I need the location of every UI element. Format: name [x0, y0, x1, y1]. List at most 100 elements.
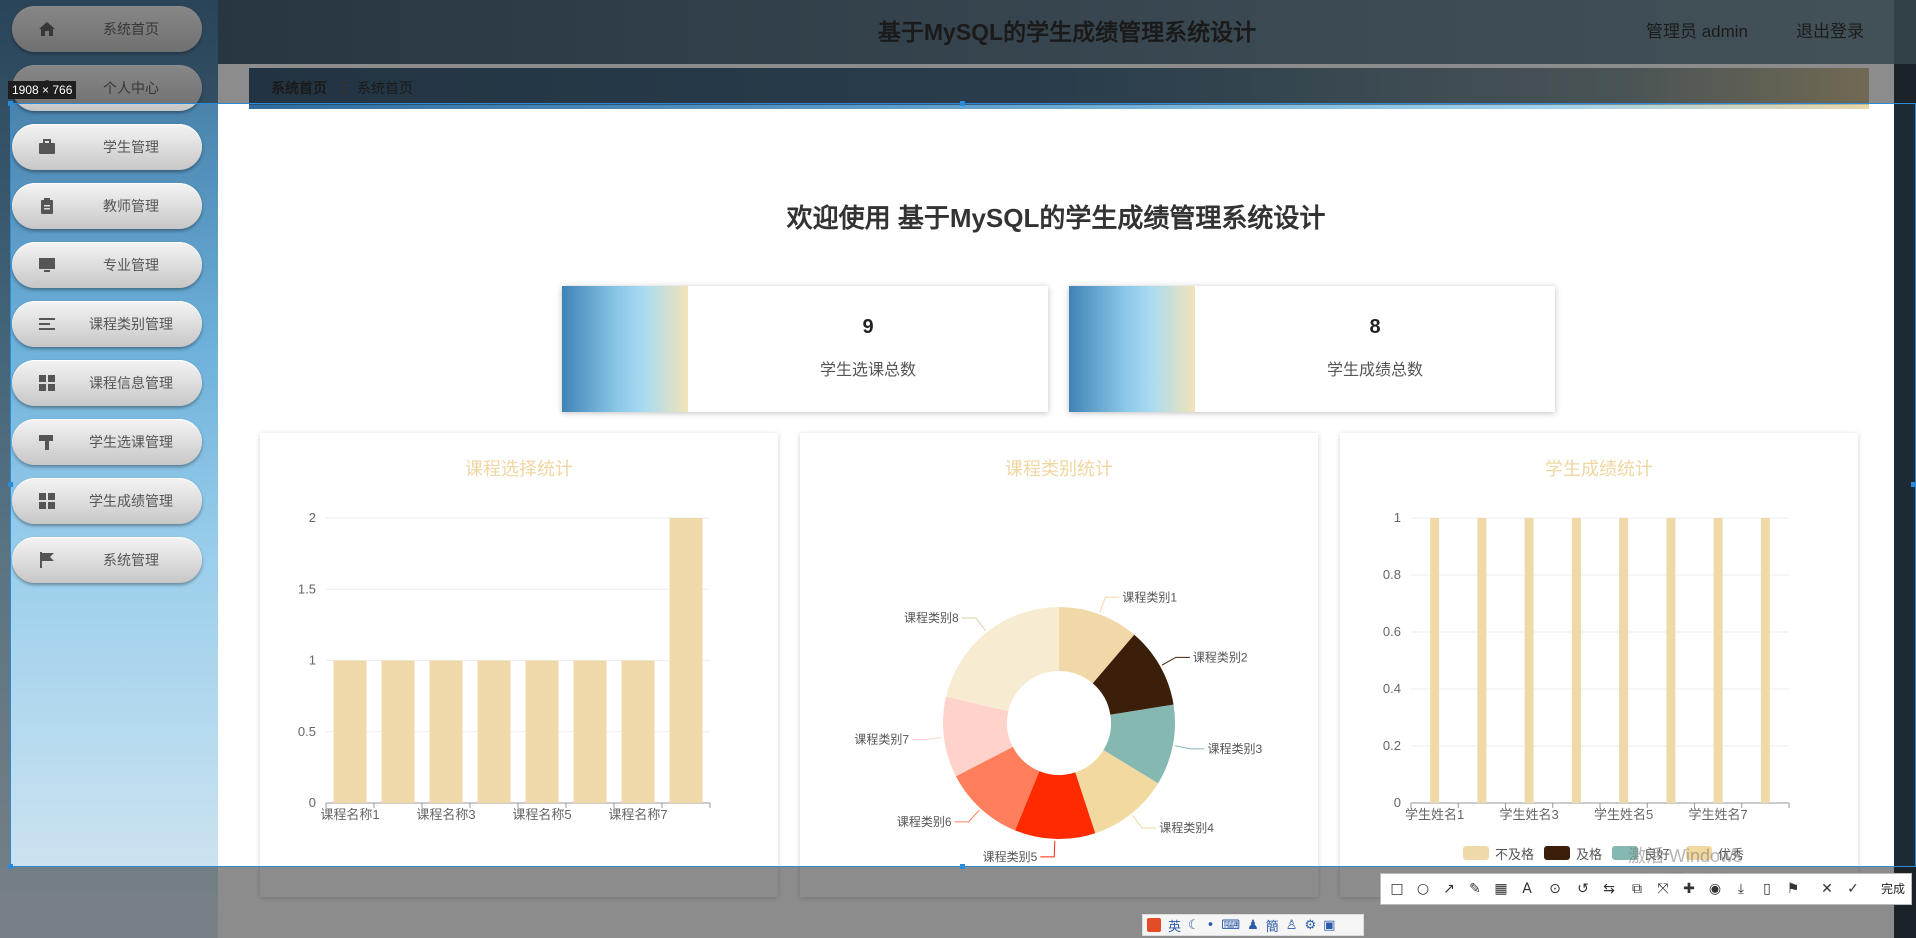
- pie-label-line: [1131, 815, 1157, 829]
- redo-icon[interactable]: ⇆: [1599, 879, 1619, 899]
- ime-toolbar: 英 ☾ • ⌨ ♟ 簡 ♙ ⚙ ▣: [1142, 914, 1364, 936]
- resize-handle[interactable]: [8, 864, 13, 869]
- bar[interactable]: [1430, 518, 1440, 803]
- bar[interactable]: [573, 660, 607, 804]
- translate-icon[interactable]: ⧉: [1627, 879, 1647, 899]
- pie-label: 课程类别8: [904, 610, 959, 625]
- ocr-icon[interactable]: ⊙: [1545, 879, 1565, 899]
- legend-item[interactable]: 及格: [1544, 845, 1602, 862]
- sidebar-item[interactable]: 学生管理: [12, 124, 202, 170]
- bar[interactable]: [621, 660, 655, 804]
- monitor-icon: [38, 256, 56, 274]
- resize-handle[interactable]: [8, 101, 13, 106]
- grid-icon: [38, 492, 56, 510]
- chart-card-course-category: 课程类别统计 课程类别1 课程类别2 课程类别3 课程类别4 课程类别5 课程类别6 课程类…: [800, 433, 1318, 897]
- pie-label-line: [912, 737, 942, 741]
- sidebar-item[interactable]: 课程信息管理: [12, 360, 202, 406]
- check-icon[interactable]: ✓: [1843, 879, 1863, 899]
- skin-icon[interactable]: ♙: [1286, 918, 1298, 933]
- bar[interactable]: [1524, 518, 1534, 803]
- copy-icon[interactable]: ▯: [1757, 879, 1777, 899]
- ime-logo-icon: [1147, 918, 1161, 932]
- sidebar-item[interactable]: 课程类别管理: [12, 301, 202, 347]
- stat-value: 9: [862, 316, 874, 338]
- pie-label: 课程类别7: [854, 732, 909, 747]
- user-icon[interactable]: ♟: [1247, 918, 1259, 933]
- pie-slice[interactable]: [946, 607, 1059, 712]
- stat-card-swatch: [1069, 286, 1195, 412]
- x-tick-label: 课程名称3: [416, 807, 475, 822]
- keyboard-icon[interactable]: ⌨: [1221, 918, 1240, 933]
- bar[interactable]: [1666, 518, 1676, 803]
- flag-icon: [38, 551, 56, 569]
- scroll-icon[interactable]: ⤧: [1653, 879, 1673, 899]
- resize-handle[interactable]: [960, 864, 965, 869]
- sidebar-item-label: 专业管理: [103, 257, 159, 273]
- y-tick-label: 0.6: [1383, 624, 1401, 639]
- bar[interactable]: [669, 518, 703, 803]
- chart-card-course-selection: 课程选择统计 0 0.5 1 1.5 2 课程名称1 课程名称3 课程名称5 课程名称7: [260, 433, 778, 897]
- sidebar-item[interactable]: 学生选课管理: [12, 419, 202, 465]
- pie-label-line: [1040, 840, 1056, 858]
- capture-done-button[interactable]: 完成: [1881, 874, 1905, 904]
- menu-icon[interactable]: ▣: [1323, 918, 1335, 933]
- sidebar-item-label: 学生管理: [103, 139, 159, 155]
- sidebar-item[interactable]: 学生成绩管理: [12, 478, 202, 524]
- list-icon: [38, 315, 56, 333]
- bar[interactable]: [1619, 518, 1629, 803]
- punctuation-icon[interactable]: •: [1207, 918, 1215, 933]
- bar[interactable]: [525, 660, 559, 804]
- pie-label-line: [1099, 596, 1120, 613]
- sidebar-item[interactable]: 教师管理: [12, 183, 202, 229]
- stat-card-swatch: [562, 286, 688, 412]
- pie-label-line: [954, 809, 980, 823]
- simplified-icon[interactable]: 簡: [1266, 916, 1279, 935]
- y-tick-label: 2: [309, 510, 316, 525]
- x-tick-label: 学生姓名5: [1594, 807, 1653, 822]
- stat-card-score-records: 8 学生成绩总数: [1069, 286, 1555, 412]
- y-tick-label: 1: [1394, 510, 1401, 525]
- settings-icon[interactable]: ⚙: [1304, 918, 1316, 933]
- x-tick-label: 课程名称1: [320, 807, 379, 822]
- bar[interactable]: [477, 660, 511, 804]
- bar[interactable]: [1713, 518, 1723, 803]
- close-icon[interactable]: ✕: [1817, 879, 1837, 899]
- pin-icon[interactable]: ✚: [1679, 879, 1699, 899]
- resize-handle[interactable]: [8, 482, 13, 487]
- windows-activation-watermark: 激活 Windows: [1628, 846, 1743, 866]
- bar[interactable]: [381, 660, 415, 804]
- resize-handle[interactable]: [1911, 482, 1916, 487]
- bar[interactable]: [1760, 518, 1770, 803]
- pie-label: 课程类别3: [1207, 741, 1262, 756]
- pen-icon[interactable]: ✎: [1465, 879, 1485, 899]
- sidebar-item[interactable]: 系统管理: [12, 537, 202, 583]
- arrow-icon[interactable]: ↗: [1439, 879, 1459, 899]
- bar[interactable]: [1571, 518, 1581, 803]
- save-icon[interactable]: ⤓: [1731, 879, 1751, 899]
- pie-label: 课程类别1: [1122, 589, 1177, 604]
- capture-toolbar: 完成 □ ○ ↗ ✎ ▦ A ⊙ ↺ ⇆ ⧉ ⤧ ✚ ◉ ⤓ ▯ ⚑ ✕ ✓: [1380, 873, 1912, 905]
- y-tick-label: 0.5: [298, 724, 316, 739]
- x-tick-label: 课程名称7: [608, 807, 667, 822]
- bar[interactable]: [333, 660, 367, 804]
- y-tick-label: 1: [309, 653, 316, 668]
- legend-item[interactable]: 不及格: [1463, 845, 1534, 862]
- bar[interactable]: [429, 660, 463, 804]
- resize-handle[interactable]: [960, 101, 965, 106]
- capture-dim-top: [0, 0, 1916, 103]
- ellipse-icon[interactable]: ○: [1413, 879, 1433, 899]
- rect-icon[interactable]: □: [1387, 879, 1407, 899]
- sidebar: 系统首页个人中心学生管理教师管理专业管理课程类别管理课程信息管理学生选课管理学生…: [0, 0, 218, 938]
- mosaic-icon[interactable]: ▦: [1491, 879, 1511, 899]
- record-icon[interactable]: ◉: [1705, 879, 1725, 899]
- y-tick-label: 0.4: [1383, 681, 1401, 696]
- ime-mode-label[interactable]: 英: [1168, 916, 1181, 935]
- bookmark-icon[interactable]: ⚑: [1783, 879, 1803, 899]
- undo-icon[interactable]: ↺: [1573, 879, 1593, 899]
- bar[interactable]: [1477, 518, 1487, 803]
- pie-label: 课程类别4: [1159, 820, 1214, 835]
- sidebar-item[interactable]: 专业管理: [12, 242, 202, 288]
- moon-icon[interactable]: ☾: [1188, 918, 1200, 933]
- stat-card-course-selections: 9 学生选课总数: [562, 286, 1048, 412]
- text-icon[interactable]: A: [1517, 879, 1537, 899]
